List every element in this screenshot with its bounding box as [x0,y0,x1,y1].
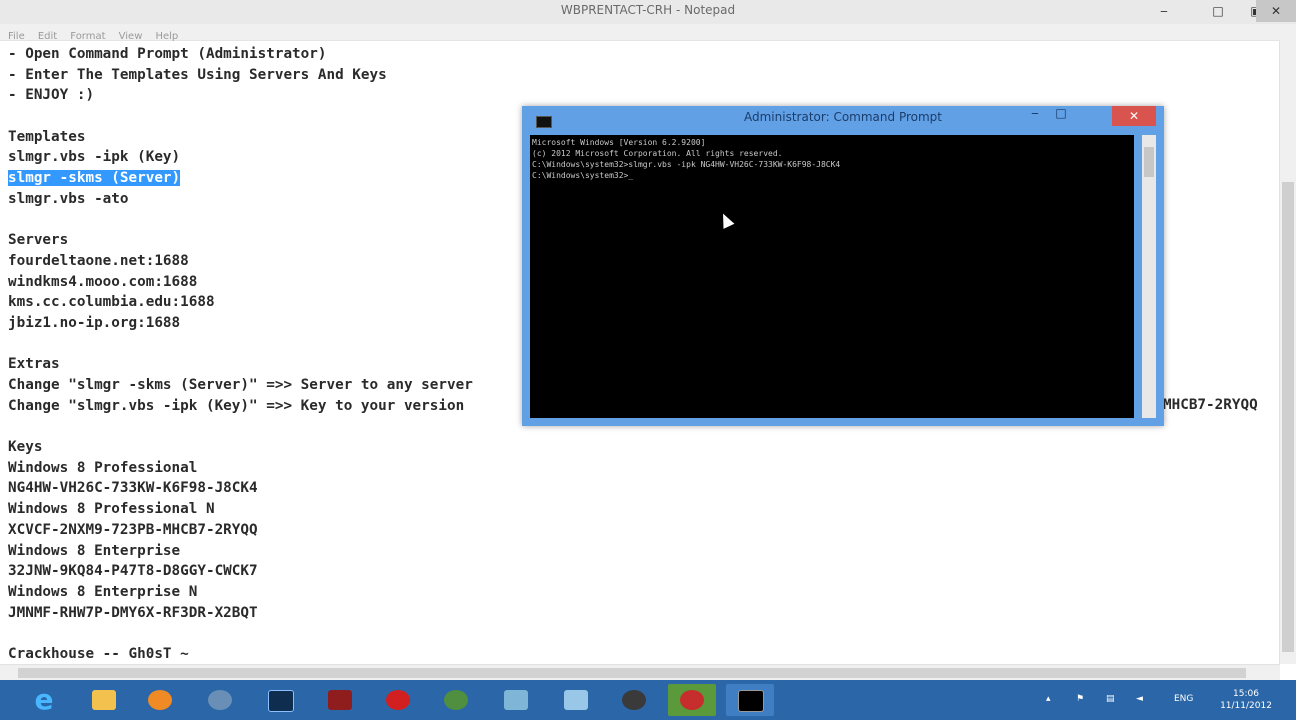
clock[interactable]: 15:06 11/11/2012 [1216,688,1276,712]
console-line: (c) 2012 Microsoft Corporation. All righ… [532,149,783,158]
flag-icon[interactable]: ⚑ [1076,694,1084,704]
cmd-console-output[interactable]: Microsoft Windows [Version 6.2.9200] (c)… [530,135,1134,418]
network-tray-icon[interactable]: ▤ [1106,694,1115,704]
horizontal-scrollbar[interactable] [0,664,1280,681]
notepad-menu-bar: File Edit Format View Help [0,24,1296,42]
language-indicator[interactable]: ENG [1174,694,1193,704]
cmd-scrollbar[interactable] [1142,135,1156,418]
clock-time: 15:06 [1233,689,1259,699]
up-arrow-icon[interactable]: ▴ [1046,694,1051,704]
app-red-icon[interactable] [316,684,364,716]
system-tray: ▴ ⚑ ▤ ◄ ENG 15:06 11/11/2012 [1036,680,1276,720]
text-line: - Enter The Templates Using Servers And … [8,66,387,83]
file-explorer-icon[interactable] [80,684,128,716]
console-line: C:\Windows\system32>slmgr.vbs -ipk NG4HW… [532,160,841,169]
app-blue-icon[interactable] [492,684,540,716]
network-globe-icon[interactable] [432,684,480,716]
text-line: - Open Command Prompt (Administrator) [8,46,327,62]
text-line: Windows 8 Enterprise N [8,583,198,600]
maximize-button[interactable]: □ [1198,0,1238,22]
cmd-scroll-thumb[interactable] [1144,147,1154,177]
horizontal-scroll-thumb[interactable] [18,668,1246,678]
opera-icon[interactable] [374,684,422,716]
text-line: - ENJOY :) [8,87,95,104]
text-line: Crackhouse -- Gh0sT ~ [8,645,189,662]
menu-format[interactable]: Format [70,29,105,45]
internet-explorer-icon[interactable]: e [20,684,68,716]
media-player-icon[interactable] [136,684,184,716]
app-green-icon[interactable] [668,684,716,716]
notepad-title: WBPRENTACT-CRH - Notepad [560,3,736,17]
photoshop-icon[interactable] [256,684,304,716]
close-button[interactable]: ✕ [1256,0,1296,22]
network-icon[interactable] [552,684,600,716]
console-line: Microsoft Windows [Version 6.2.9200] [532,138,706,147]
text-line: NG4HW-VH26C-733KW-K6F98-J8CK4 [8,480,258,497]
text-line: Keys [8,439,43,456]
console-line: C:\Windows\system32>_ [532,171,634,180]
text-line: JMNMF-RHW7P-DMY6X-RF3DR-X2BQT [8,604,258,621]
vertical-scroll-thumb[interactable] [1282,182,1294,652]
text-line: Windows 8 Professional N [8,501,215,518]
selection-highlight: slmgr -skms (Server) [8,170,181,187]
menu-help[interactable]: Help [155,29,178,45]
text-line: XCVCF-2NXM9-723PB-MHCB7-2RYQQ [8,521,258,538]
text-line: Windows 8 Professional [8,459,198,476]
text-line: Windows 8 Enterprise [8,542,181,559]
overflow-text: MHCB7-2RYQQ [1163,397,1258,413]
volume-icon[interactable]: ◄ [1136,694,1143,704]
cmd-maximize-button[interactable]: □ [1048,106,1074,124]
cmd-close-button[interactable]: ✕ [1112,106,1156,126]
text-line [8,623,1272,644]
firefox-icon[interactable] [196,684,244,716]
text-line: 32JNW-9KQ84-P47T8-D8GGY-CWCK7 [8,563,258,580]
minimize-button[interactable]: ‒ [1144,0,1184,22]
notepad-title-bar[interactable]: WBPRENTACT-CRH - Notepad ‒ □ ▣ ✕ [0,0,1296,25]
menu-edit[interactable]: Edit [38,29,57,45]
app-eye-icon[interactable] [610,684,658,716]
command-prompt-window[interactable]: Administrator: Command Prompt ‒ □ ✕ Micr… [522,106,1164,426]
menu-view[interactable]: View [119,29,143,45]
vertical-scrollbar[interactable] [1279,40,1296,664]
menu-file[interactable]: File [8,29,25,45]
taskbar: e ▴ ⚑ ▤ ◄ ENG 15:06 11/11/2012 [0,680,1296,720]
cmd-minimize-button[interactable]: ‒ [1022,106,1048,124]
clock-date: 11/11/2012 [1220,701,1272,711]
command-prompt-taskbar-icon[interactable] [726,684,774,716]
